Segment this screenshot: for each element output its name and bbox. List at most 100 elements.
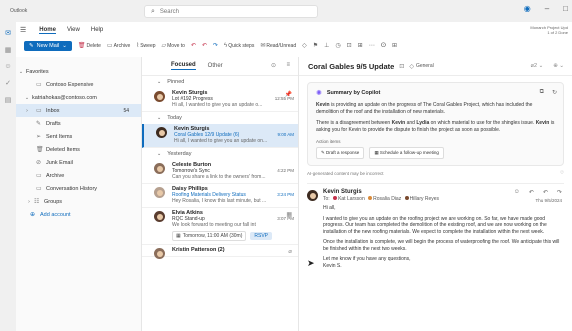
favorite-item[interactable]: ▭ Contoso Expensive bbox=[16, 78, 141, 91]
copilot-actions: ⧉ ↻ bbox=[540, 89, 557, 96]
quick-steps-button[interactable]: ϟ Quick steps bbox=[224, 43, 254, 49]
list-item-selected[interactable]: Kevin Sturgis Coral Gables 12/9 Update (… bbox=[142, 124, 298, 148]
category-tag[interactable]: General bbox=[416, 63, 434, 69]
tab-view[interactable]: View bbox=[67, 27, 80, 33]
move-to-button[interactable]: ▱ Move to bbox=[162, 42, 185, 50]
avatar bbox=[154, 211, 165, 222]
summary-text: on which material to use for the shingle… bbox=[429, 120, 536, 126]
group-pinned[interactable]: ⌄ Pinned bbox=[142, 76, 298, 88]
rsvp-button[interactable]: RSVP bbox=[250, 232, 273, 240]
folder-icon: ▭ bbox=[36, 186, 42, 192]
emoji-icon[interactable]: ☺ bbox=[514, 189, 520, 196]
reply-all-button[interactable]: ↶ bbox=[202, 42, 207, 49]
group-today[interactable]: ⌄ Today bbox=[142, 112, 298, 124]
avatar bbox=[156, 127, 167, 138]
filter-icon[interactable]: ≡ bbox=[286, 62, 290, 68]
reply-all-icon[interactable]: ↶ bbox=[543, 189, 548, 196]
copy-icon[interactable]: ⧉ bbox=[540, 89, 544, 96]
flag-button[interactable]: ⚑ bbox=[313, 42, 318, 49]
todo-icon[interactable]: ✓ bbox=[2, 79, 14, 87]
grid-button[interactable]: ⊞ bbox=[392, 42, 397, 49]
list-item[interactable]: ⌀ Kristin Patterson (2) bbox=[142, 245, 298, 259]
forward-icon[interactable]: ↷ bbox=[557, 189, 562, 196]
account-header[interactable]: ⌄ katriahokas@contoso.com bbox=[16, 91, 141, 104]
group-label: Today bbox=[167, 115, 182, 121]
apps-icon[interactable]: ▤ bbox=[2, 96, 14, 104]
thumbs-up-icon[interactable]: ♡ bbox=[560, 170, 564, 176]
folder-deleted[interactable]: 🗑 Deleted Items bbox=[16, 143, 141, 156]
list-item[interactable]: ▦ Elvia Atkins RQC Stand-up 3:07 PM We lo… bbox=[142, 208, 298, 245]
recipient[interactable]: Rosalia Diaz bbox=[373, 196, 401, 202]
flag-icon: ⚑ bbox=[312, 43, 319, 49]
delete-button[interactable]: 🗑 Delete bbox=[78, 42, 101, 50]
tab-home[interactable]: Home bbox=[39, 27, 56, 34]
people-icon[interactable]: ☺ bbox=[2, 63, 14, 70]
groups-header[interactable]: › ☷ Groups bbox=[16, 195, 141, 208]
summary-paragraph-1: Kevin is providing an update on the prog… bbox=[316, 102, 555, 115]
ribbon-status-line2: 1 of 2 Done bbox=[547, 30, 568, 35]
archive-button[interactable]: ▭ Archive bbox=[107, 42, 130, 50]
folder-conversation-history[interactable]: ▭ Conversation History bbox=[16, 182, 141, 195]
more-icon: ⋯ bbox=[368, 43, 375, 49]
zoom-icon[interactable]: ⊕ ⌄ bbox=[553, 63, 564, 69]
read-unread-label: Read/Unread bbox=[266, 42, 297, 49]
help-button[interactable]: ⵙ bbox=[381, 42, 386, 49]
rules-button[interactable]: ⊡ bbox=[347, 42, 352, 49]
schedule-meeting-button[interactable]: ▦ Schedule a follow-up meeting bbox=[369, 147, 444, 159]
chevron-down-icon: ⌄ bbox=[24, 94, 30, 101]
folder-archive[interactable]: ▭ Archive bbox=[16, 169, 141, 182]
add-account-link[interactable]: ⊕ Add account bbox=[16, 208, 141, 221]
preview: Hi all, I wanted to give you an update o… bbox=[172, 102, 263, 108]
reply-button[interactable]: ↶ bbox=[191, 42, 196, 49]
forward-button[interactable]: ↷ bbox=[213, 42, 218, 49]
hamburger-icon[interactable]: ☰ bbox=[20, 26, 26, 34]
tag-button[interactable]: ◇ bbox=[302, 42, 307, 49]
immersive-reader-button[interactable]: ⊞ bbox=[358, 42, 363, 49]
more-button[interactable]: ⋯ bbox=[369, 42, 375, 49]
refresh-icon[interactable]: ↻ bbox=[552, 89, 557, 96]
avatar bbox=[154, 91, 165, 102]
pin-button[interactable]: ⊥ bbox=[324, 42, 329, 49]
folder-inbox[interactable]: › ▭ Inbox 54 bbox=[16, 104, 141, 117]
favorites-header[interactable]: ⌄ Favorites bbox=[16, 65, 141, 78]
tag-icon: ◇ bbox=[302, 43, 307, 49]
pin-icon[interactable]: 📌 bbox=[285, 91, 292, 98]
reply-icon[interactable]: ↶ bbox=[529, 189, 534, 196]
list-item[interactable]: 📌 Kevin Sturgis Lot #192 Progress 12:55 P… bbox=[142, 88, 298, 112]
draft-response-button[interactable]: ✎ Draft a response bbox=[316, 147, 365, 159]
minimize-icon[interactable]: – bbox=[545, 4, 549, 13]
time: 9:00 AM bbox=[277, 132, 294, 137]
tab-other[interactable]: Other bbox=[208, 63, 223, 69]
recipient[interactable]: Hillary Reyes bbox=[410, 196, 439, 202]
new-mail-button[interactable]: ✎ New Mail ⌄ bbox=[24, 40, 72, 51]
event-row: ▦ Tomorrow, 11:00 AM (30m) RSVP bbox=[172, 231, 294, 241]
people-icon[interactable]: ⌀2 ⌄ bbox=[531, 63, 544, 69]
account-label: katriahokas@contoso.com bbox=[32, 94, 97, 101]
copilot-header: ✺ Summary by Copilot bbox=[316, 89, 555, 97]
calendar-event-icon: ▦ bbox=[286, 212, 292, 218]
folder-junk[interactable]: ⊘ Junk Email bbox=[16, 156, 141, 169]
group-yesterday[interactable]: ⌄ Yesterday bbox=[142, 148, 298, 160]
calendar-icon[interactable]: ▦ bbox=[2, 46, 14, 54]
tab-focused[interactable]: Focused bbox=[171, 62, 196, 70]
search-icon: ⌕ bbox=[151, 7, 155, 15]
search-box[interactable]: ⌕ Search bbox=[144, 5, 318, 18]
chevron-down-icon: ⌄ bbox=[157, 115, 162, 121]
list-item[interactable]: Daisy Phillips Roofing Materials Deliver… bbox=[142, 184, 298, 208]
select-icon[interactable]: ⊙ bbox=[271, 62, 276, 69]
folder-drafts[interactable]: ✎ Drafts bbox=[16, 117, 141, 130]
chevron-down-icon: ⌄ bbox=[18, 68, 24, 75]
recipient[interactable]: Kat Larsson bbox=[338, 196, 365, 202]
mail-icon[interactable]: ✉ bbox=[2, 29, 14, 37]
copilot-icon[interactable]: ◉ bbox=[524, 4, 531, 13]
sweep-button[interactable]: ⌇ Sweep bbox=[136, 42, 155, 50]
tab-help[interactable]: Help bbox=[91, 27, 103, 33]
snooze-button[interactable]: ◷ bbox=[335, 42, 340, 49]
folder-sent[interactable]: ➢ Sent Items bbox=[16, 130, 141, 143]
read-unread-button[interactable]: ✉ Read/Unread bbox=[260, 42, 297, 50]
folder-label: Archive bbox=[46, 172, 65, 179]
list-item[interactable]: Celeste Burton Tomorrow's Sync 4:22 PM Ca… bbox=[142, 160, 298, 184]
inbox-icon: ▭ bbox=[36, 108, 42, 114]
maximize-icon[interactable]: □ bbox=[563, 4, 568, 13]
event-time: Tomorrow, 11:00 AM (30m) bbox=[182, 233, 243, 239]
